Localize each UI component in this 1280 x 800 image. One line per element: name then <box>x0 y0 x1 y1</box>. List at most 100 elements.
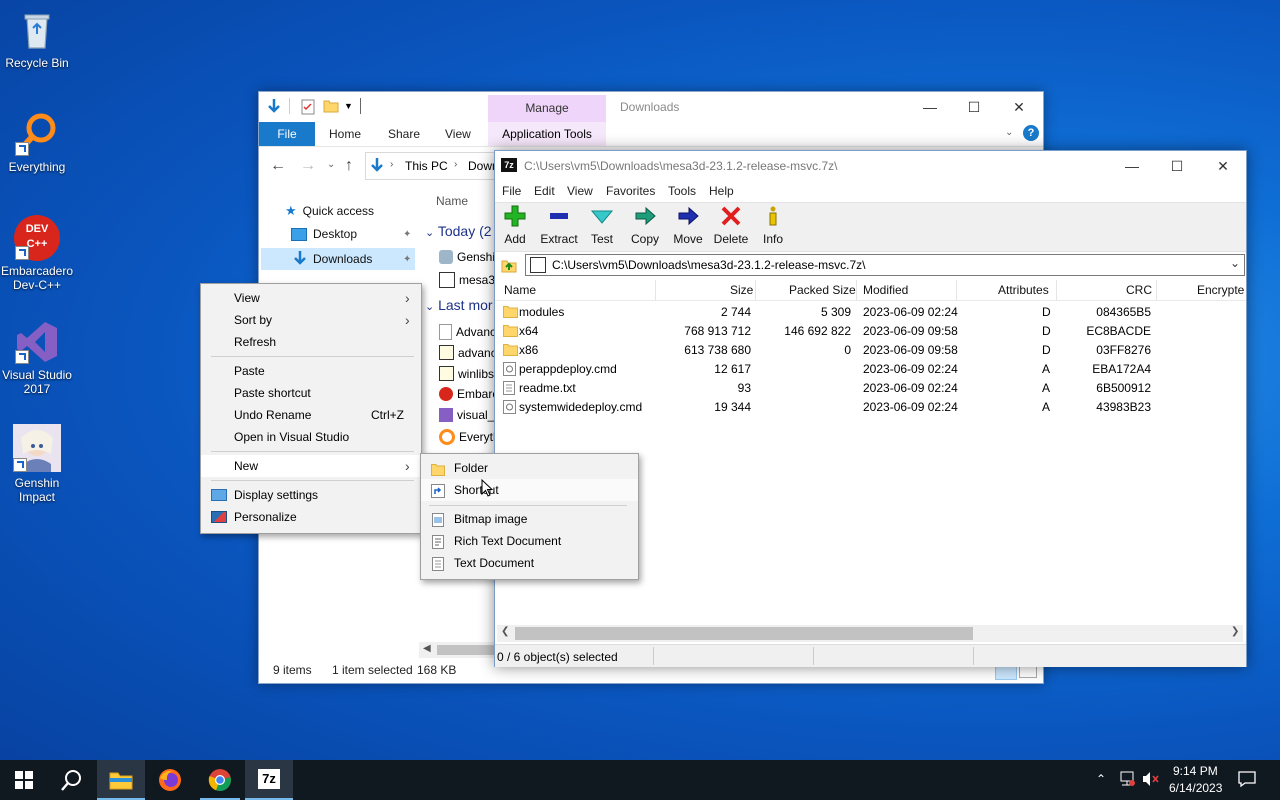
file-list-item[interactable]: Advanc <box>439 324 496 340</box>
menu-item-new-bitmap[interactable]: Bitmap image <box>421 508 638 530</box>
close-button[interactable]: ✕ <box>996 96 1042 118</box>
taskbar-chrome[interactable] <box>196 760 244 800</box>
test-button[interactable]: Test <box>579 205 625 246</box>
search-button[interactable] <box>48 760 96 800</box>
tab-file[interactable]: File <box>259 122 315 146</box>
up-arrow-icon[interactable]: ↑ <box>345 157 353 175</box>
menu-item-new-rich-text[interactable]: Rich Text Document <box>421 530 638 552</box>
table-row[interactable]: systemwidedeploy.cmd 19 344 2023-06-09 0… <box>495 398 1246 417</box>
recent-locations-chevron-icon[interactable]: ⌄ <box>327 159 335 170</box>
table-row[interactable]: x64 768 913 712 146 692 822 2023-06-09 0… <box>495 322 1246 341</box>
properties-icon[interactable] <box>301 99 315 118</box>
column-header-name[interactable]: Name <box>436 194 468 208</box>
new-folder-icon[interactable] <box>323 99 339 116</box>
breadcrumb-this-pc[interactable]: This PC <box>405 159 448 173</box>
file-list-item[interactable]: Genshi <box>439 250 495 264</box>
customize-quick-access-icon[interactable]: ▼ <box>344 101 353 111</box>
menu-item-sort-by[interactable]: Sort by › <box>201 309 421 331</box>
clock-date[interactable]: 6/14/2023 <box>1169 781 1222 795</box>
horizontal-scrollbar[interactable]: ❮ ❯ <box>497 625 1243 642</box>
file-list-item[interactable]: winlibs <box>439 366 494 381</box>
copy-button[interactable]: Copy <box>622 205 668 246</box>
desktop-icon-everything[interactable]: Everything <box>0 112 74 174</box>
menu-tools[interactable]: Tools <box>668 184 696 198</box>
nav-desktop[interactable]: Desktop ✦ <box>291 227 415 241</box>
menu-item-display-settings[interactable]: Display settings <box>201 484 421 506</box>
forward-arrow-icon[interactable]: → <box>300 157 316 175</box>
file-list-item[interactable]: advanc <box>439 345 497 360</box>
notification-center-icon[interactable] <box>1238 771 1256 790</box>
info-button[interactable]: Info <box>750 205 796 246</box>
path-combobox[interactable]: C:\Users\vm5\Downloads\mesa3d-23.1.2-rel… <box>525 254 1245 276</box>
taskbar-file-explorer[interactable] <box>97 760 145 800</box>
tab-share[interactable]: Share <box>388 127 420 141</box>
explorer-titlebar[interactable]: ▼ Manage Downloads — ☐ ✕ <box>259 92 1043 122</box>
volume-muted-icon[interactable] <box>1142 771 1160 790</box>
column-header-modified[interactable]: Modified <box>863 283 908 297</box>
tab-application-tools[interactable]: Application Tools <box>488 122 606 146</box>
tab-home[interactable]: Home <box>329 127 361 141</box>
menu-item-paste-shortcut[interactable]: Paste shortcut <box>201 382 421 404</box>
table-row[interactable]: x86 613 738 680 0 2023-06-09 09:58 D 03F… <box>495 341 1246 360</box>
menu-help[interactable]: Help <box>709 184 734 198</box>
file-list-item[interactable]: Embarc <box>439 387 498 401</box>
menu-file[interactable]: File <box>502 184 521 198</box>
file-list-item[interactable]: visual_s <box>439 408 500 422</box>
desktop-icon-recycle-bin[interactable]: Recycle Bin <box>0 8 74 70</box>
scroll-left-arrow-icon[interactable]: ◀ <box>423 643 431 654</box>
close-button[interactable]: ✕ <box>1200 155 1246 177</box>
taskbar-firefox[interactable] <box>146 760 194 800</box>
ribbon-expand-icon[interactable]: ⌄ <box>1005 127 1013 138</box>
minimize-button[interactable]: — <box>907 96 953 118</box>
clock-time[interactable]: 9:14 PM <box>1173 764 1218 778</box>
maximize-button[interactable]: ☐ <box>1154 155 1200 177</box>
column-header-encrypted[interactable]: Encrypte <box>1197 283 1244 297</box>
menu-item-undo-rename[interactable]: Undo Rename Ctrl+Z <box>201 404 421 426</box>
tab-view[interactable]: View <box>445 127 471 141</box>
column-header-crc[interactable]: CRC <box>1126 283 1152 297</box>
table-row[interactable]: perappdeploy.cmd 12 617 2023-06-09 02:24… <box>495 360 1246 379</box>
group-header-today[interactable]: ⌄ Today (2 <box>425 223 492 239</box>
scroll-right-arrow-icon[interactable]: ❯ <box>1231 626 1239 637</box>
sevenzip-titlebar[interactable]: 7z C:\Users\vm5\Downloads\mesa3d-23.1.2-… <box>495 151 1246 181</box>
column-header-name[interactable]: Name <box>504 283 536 297</box>
menu-item-new-folder[interactable]: Folder <box>421 457 638 479</box>
chevron-down-icon[interactable]: ⌄ <box>1230 256 1240 270</box>
delete-button[interactable]: Delete <box>708 205 754 246</box>
scroll-left-arrow-icon[interactable]: ❮ <box>501 626 509 637</box>
up-folder-icon[interactable] <box>501 257 517 276</box>
scrollbar-thumb[interactable] <box>437 645 495 655</box>
menu-item-refresh[interactable]: Refresh <box>201 331 421 353</box>
extract-button[interactable]: Extract <box>536 205 582 246</box>
show-hidden-icons-chevron-icon[interactable]: ⌃ <box>1096 772 1106 786</box>
menu-item-paste[interactable]: Paste <box>201 360 421 382</box>
table-row[interactable]: modules 2 744 5 309 2023-06-09 02:24 D 0… <box>495 303 1246 322</box>
group-header-last-month[interactable]: ⌄ Last mor <box>425 297 493 313</box>
column-header-packed-size[interactable]: Packed Size <box>789 283 856 297</box>
back-arrow-icon[interactable]: ← <box>270 157 286 175</box>
move-button[interactable]: Move <box>665 205 711 246</box>
scrollbar-thumb[interactable] <box>515 627 973 640</box>
nav-quick-access[interactable]: ★ Quick access <box>285 203 374 219</box>
menu-item-new-shortcut[interactable]: Shortcut <box>421 479 638 501</box>
menu-view[interactable]: View <box>567 184 593 198</box>
menu-edit[interactable]: Edit <box>534 184 555 198</box>
table-row[interactable]: readme.txt 93 2023-06-09 02:24 A 6B50091… <box>495 379 1246 398</box>
menu-item-new-text-document[interactable]: Text Document <box>421 552 638 574</box>
quick-access-down-arrow-icon[interactable] <box>267 98 281 117</box>
help-icon[interactable]: ? <box>1023 125 1039 141</box>
tab-manage[interactable]: Manage <box>488 95 606 122</box>
network-icon[interactable] <box>1118 771 1136 790</box>
maximize-button[interactable]: ☐ <box>951 96 997 118</box>
column-header-attributes[interactable]: Attributes <box>998 283 1049 297</box>
desktop-icon-devcpp[interactable]: DEV C++ Embarcadero Dev-C++ <box>0 215 74 292</box>
column-header-size[interactable]: Size <box>730 283 753 297</box>
desktop-icon-genshin[interactable]: Genshin Impact <box>0 424 74 504</box>
menu-item-open-in-visual-studio[interactable]: Open in Visual Studio <box>201 426 421 448</box>
menu-item-personalize[interactable]: Personalize <box>201 506 421 528</box>
menu-favorites[interactable]: Favorites <box>606 184 655 198</box>
file-list-item[interactable]: Everyth <box>439 429 500 445</box>
file-list-item[interactable]: mesa3c <box>439 272 501 288</box>
menu-item-new[interactable]: New › <box>201 455 421 477</box>
menu-item-view[interactable]: View › <box>201 287 421 309</box>
